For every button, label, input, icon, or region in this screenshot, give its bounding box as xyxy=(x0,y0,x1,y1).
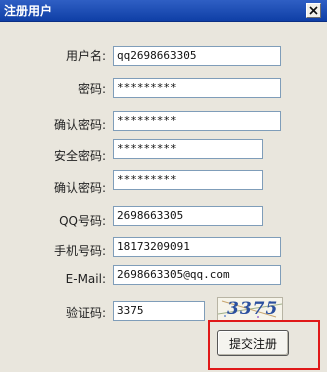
confirm-security-password-label: 确认密码: xyxy=(53,181,106,195)
confirm-security-password-input[interactable]: ********* xyxy=(113,170,263,190)
qq-number-input[interactable]: 2698663305 xyxy=(113,206,263,226)
email-input[interactable]: 2698663305@qq.com xyxy=(113,265,281,285)
close-icon xyxy=(309,6,318,15)
password-label: 密码: xyxy=(77,82,106,96)
password-input[interactable]: ********* xyxy=(113,78,281,98)
qq-number-label: QQ号码: xyxy=(59,214,106,228)
captcha-input[interactable]: 3375 xyxy=(113,301,205,321)
mobile-number-label: 手机号码: xyxy=(53,244,106,258)
security-password-label: 安全密码: xyxy=(53,149,106,163)
email-label: E-Mail: xyxy=(65,272,106,286)
submit-register-button[interactable]: 提交注册 xyxy=(217,330,289,356)
title-bar[interactable]: 注册用户 xyxy=(0,0,327,22)
username-label: 用户名: xyxy=(65,49,106,63)
captcha-label: 验证码: xyxy=(65,306,106,320)
security-password-input[interactable]: ********* xyxy=(113,139,263,159)
username-input[interactable]: qq2698663305 xyxy=(113,46,281,66)
captcha-image[interactable]: 3375 xyxy=(217,297,283,321)
confirm-password-label: 确认密码: xyxy=(53,118,106,132)
close-button[interactable] xyxy=(306,3,321,18)
window-title: 注册用户 xyxy=(4,4,53,18)
mobile-number-input[interactable]: 18173209091 xyxy=(113,237,281,257)
captcha-code: 3375 xyxy=(227,299,279,319)
confirm-password-input[interactable]: ********* xyxy=(113,111,281,131)
